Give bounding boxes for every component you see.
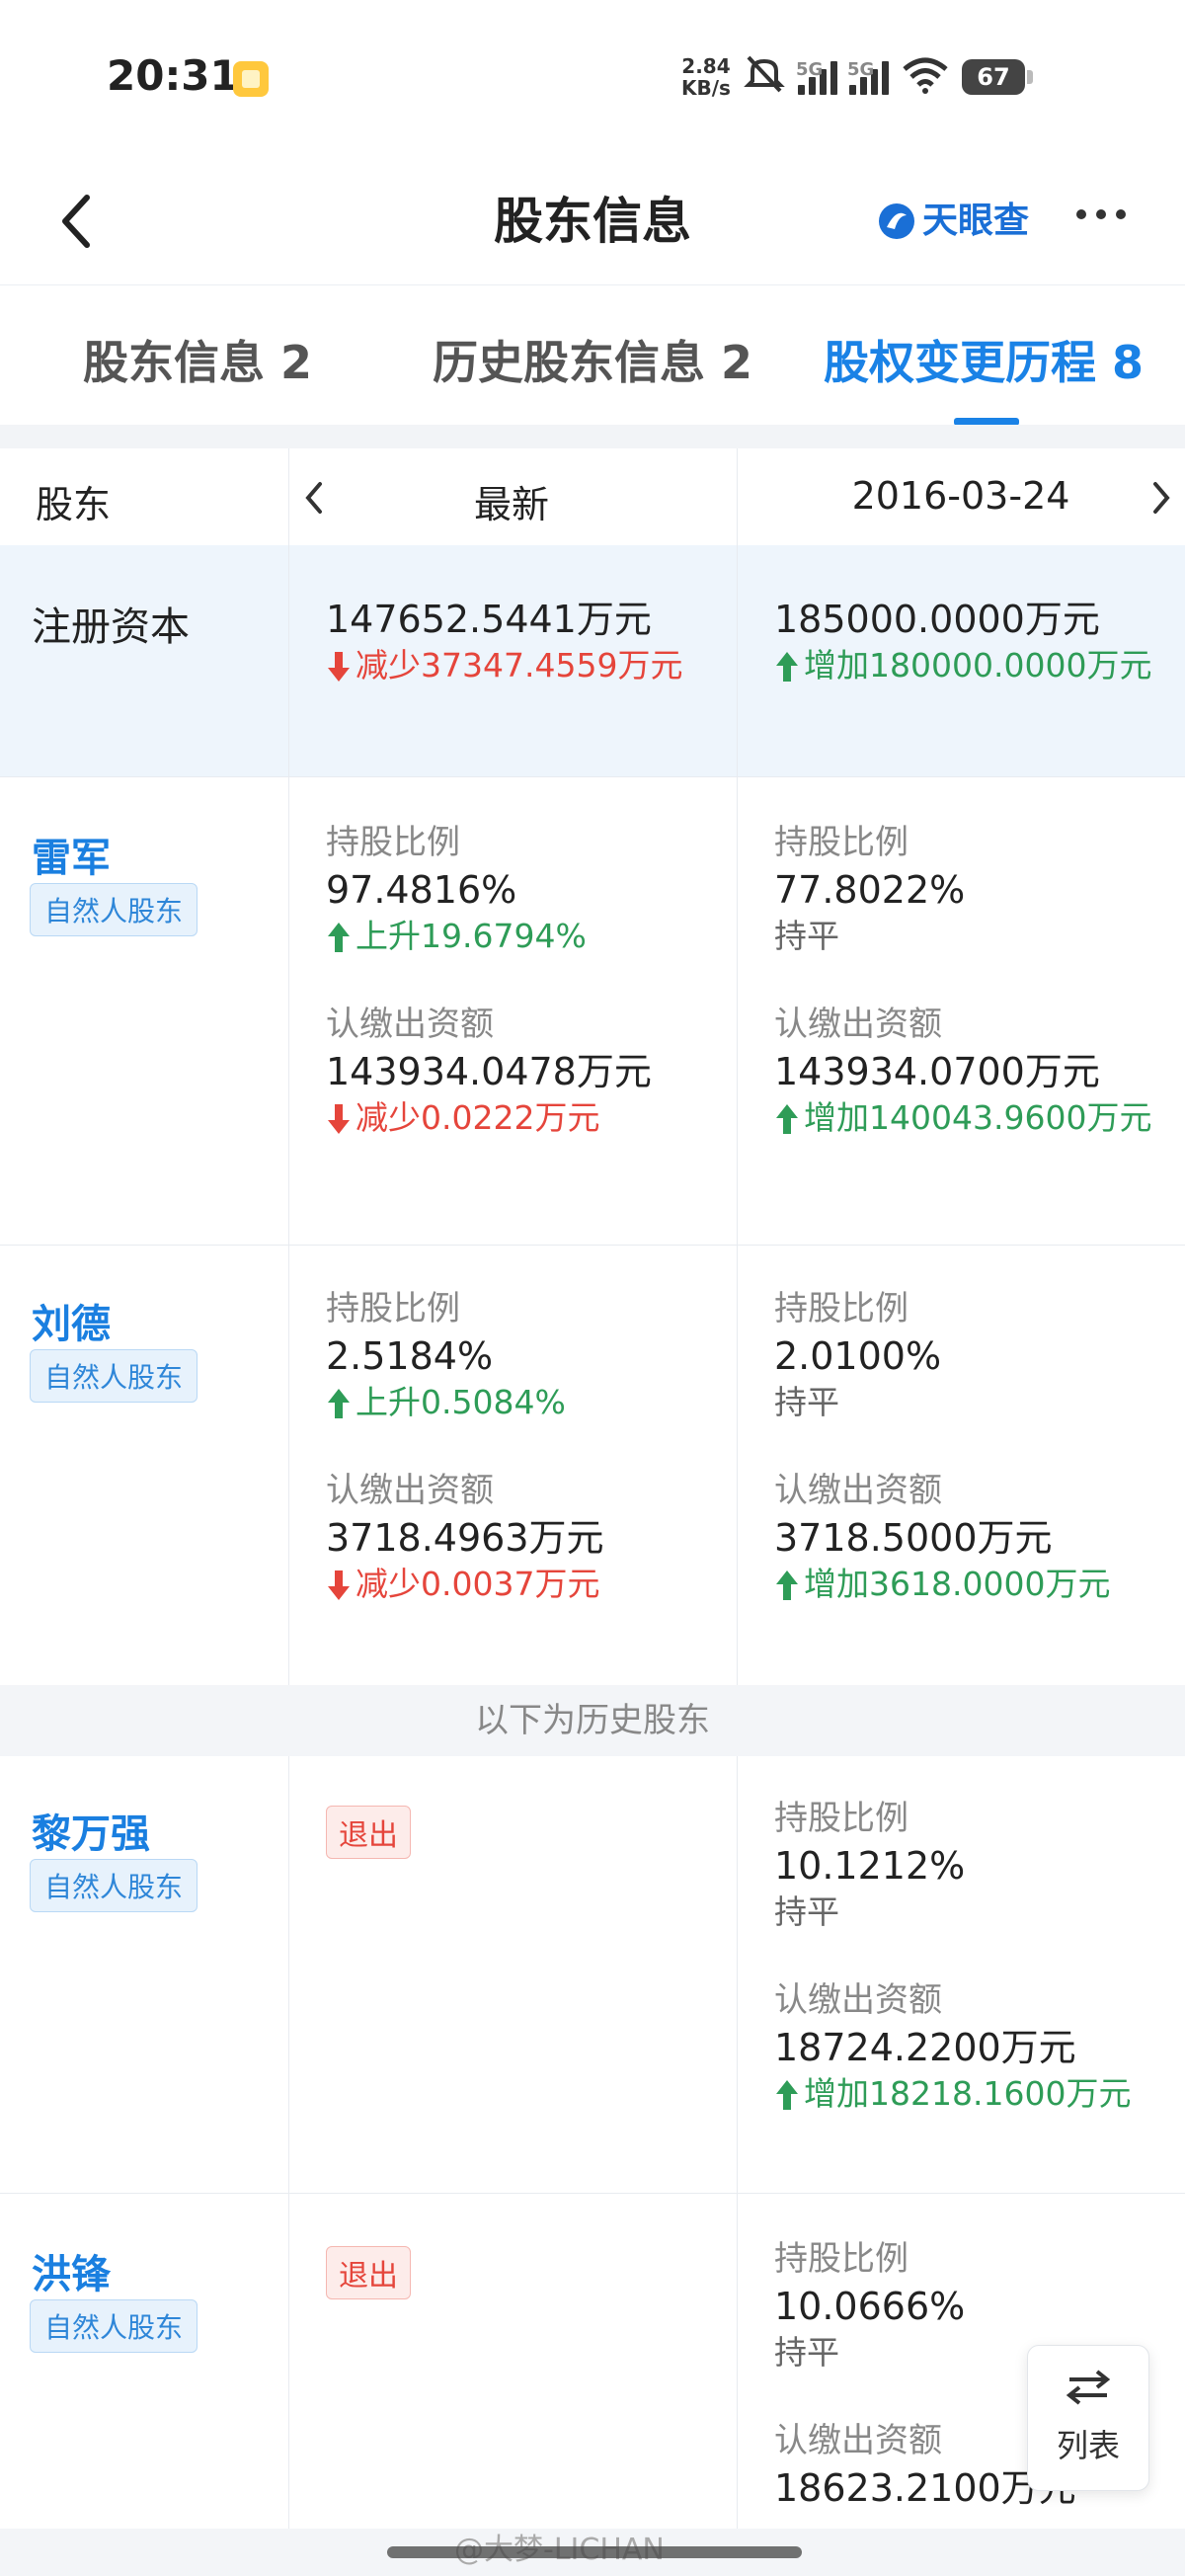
brand-name: 天眼查: [922, 201, 1030, 241]
shareholder-name[interactable]: 黎万强: [32, 1802, 150, 1859]
header-latest: 最新: [473, 483, 549, 526]
network-speed: 2.84 KB/s: [681, 54, 731, 100]
mute-icon: [743, 51, 786, 95]
ratio-value: 97.4816%: [326, 868, 517, 912]
status-time: 20:31: [107, 51, 239, 100]
shareholder-type-tag: 自然人股东: [30, 883, 198, 936]
list-view-label: 列表: [1056, 2427, 1120, 2464]
exit-status-badge: 退出: [326, 2246, 411, 2299]
table-row: 雷军 自然人股东 持股比例 97.4816% 上升19.6794% 认缴出资额 …: [0, 776, 1185, 1246]
swap-arrows-icon: [1066, 2370, 1111, 2405]
header-shareholder: 股东: [36, 483, 112, 526]
ratio-value: 10.1212%: [774, 1844, 966, 1888]
tab-equity-changes[interactable]: 股权变更历程 8: [824, 327, 1144, 392]
notification-note-icon: [233, 61, 269, 97]
capital-value: 3718.4963万元: [326, 1516, 604, 1560]
signal-icon-2: 5G: [847, 55, 889, 95]
capital-latest-change: 减少37347.4559万元: [326, 644, 721, 687]
brand-logo[interactable]: 天眼查: [877, 192, 1029, 251]
signal-icon-1: 5G: [796, 55, 837, 95]
capital-prev-change: 增加180000.0000万元: [774, 644, 1169, 687]
more-options-icon[interactable]: [1076, 209, 1126, 219]
registered-capital-label: 注册资本: [32, 604, 190, 650]
tab-bar: 股东信息 2 历史股东信息 2 股权变更历程 8: [0, 284, 1185, 426]
capital-prev-value: 185000.0000万元: [774, 598, 1100, 641]
capital-value: 3718.5000万元: [774, 1516, 1053, 1560]
arrow-up-icon: [776, 652, 798, 682]
ratio-value: 2.0100%: [774, 1334, 942, 1378]
table-row: 黎万强 自然人股东 退出 持股比例 10.1212% 持平 认缴出资额 1872…: [0, 1756, 1185, 2194]
arrow-up-icon: [776, 1570, 798, 1600]
ratio-value: 2.5184%: [326, 1334, 494, 1378]
exit-status-badge: 退出: [326, 1806, 411, 1859]
arrow-up-icon: [328, 923, 350, 952]
capital-value: 143934.0478万元: [326, 1050, 652, 1093]
next-column-arrow-icon[interactable]: [1146, 478, 1175, 518]
shareholder-name[interactable]: 洪锋: [32, 2242, 111, 2299]
arrow-down-icon: [328, 1104, 350, 1134]
arrow-up-icon: [328, 1389, 350, 1418]
ratio-value: 10.0666%: [774, 2285, 966, 2328]
tab-history-shareholders[interactable]: 历史股东信息 2: [433, 327, 752, 392]
history-divider: 以下为历史股东: [0, 1685, 1185, 1756]
section-gap: [0, 425, 1185, 448]
shareholder-name[interactable]: 雷军: [32, 826, 111, 883]
tab-shareholders[interactable]: 股东信息 2: [83, 327, 312, 392]
ratio-value: 77.8022%: [774, 868, 966, 912]
shareholder-type-tag: 自然人股东: [30, 1859, 198, 1912]
arrow-down-icon: [328, 652, 350, 682]
status-icons: 5G 5G 67: [743, 51, 1033, 95]
nav-bar: 股东信息 天眼查: [0, 158, 1185, 284]
header-date: 2016-03-24: [851, 474, 1070, 518]
capital-latest-value: 147652.5441万元: [326, 598, 652, 641]
capital-value: 143934.0700万元: [774, 1050, 1100, 1093]
arrow-up-icon: [776, 2080, 798, 2110]
shareholder-type-tag: 自然人股东: [30, 2299, 198, 2353]
shareholder-name[interactable]: 刘德: [32, 1292, 111, 1349]
table-header: 股东 最新 2016-03-24: [0, 448, 1185, 546]
table-row: 洪锋 自然人股东 退出 持股比例 10.0666% 持平 认缴出资额 18623…: [0, 2193, 1185, 2529]
home-indicator[interactable]: [387, 2546, 802, 2558]
battery-icon: 67: [962, 59, 1033, 95]
capital-value: 18724.2200万元: [774, 2026, 1076, 2069]
table-row-registered-capital: 注册资本 147652.5441万元 减少37347.4559万元 185000…: [0, 545, 1185, 777]
arrow-down-icon: [328, 1570, 350, 1600]
tianyancha-logo-icon: [879, 203, 914, 239]
arrow-up-icon: [776, 1104, 798, 1134]
wifi-icon: [903, 57, 948, 94]
list-view-button[interactable]: 列表: [1027, 2345, 1149, 2491]
shareholder-type-tag: 自然人股东: [30, 1349, 198, 1403]
status-bar: 20:31 2.84 KB/s 5G 5G 67: [0, 0, 1185, 158]
table-row: 刘德 自然人股东 持股比例 2.5184% 上升0.5084% 认缴出资额 37…: [0, 1245, 1185, 1686]
